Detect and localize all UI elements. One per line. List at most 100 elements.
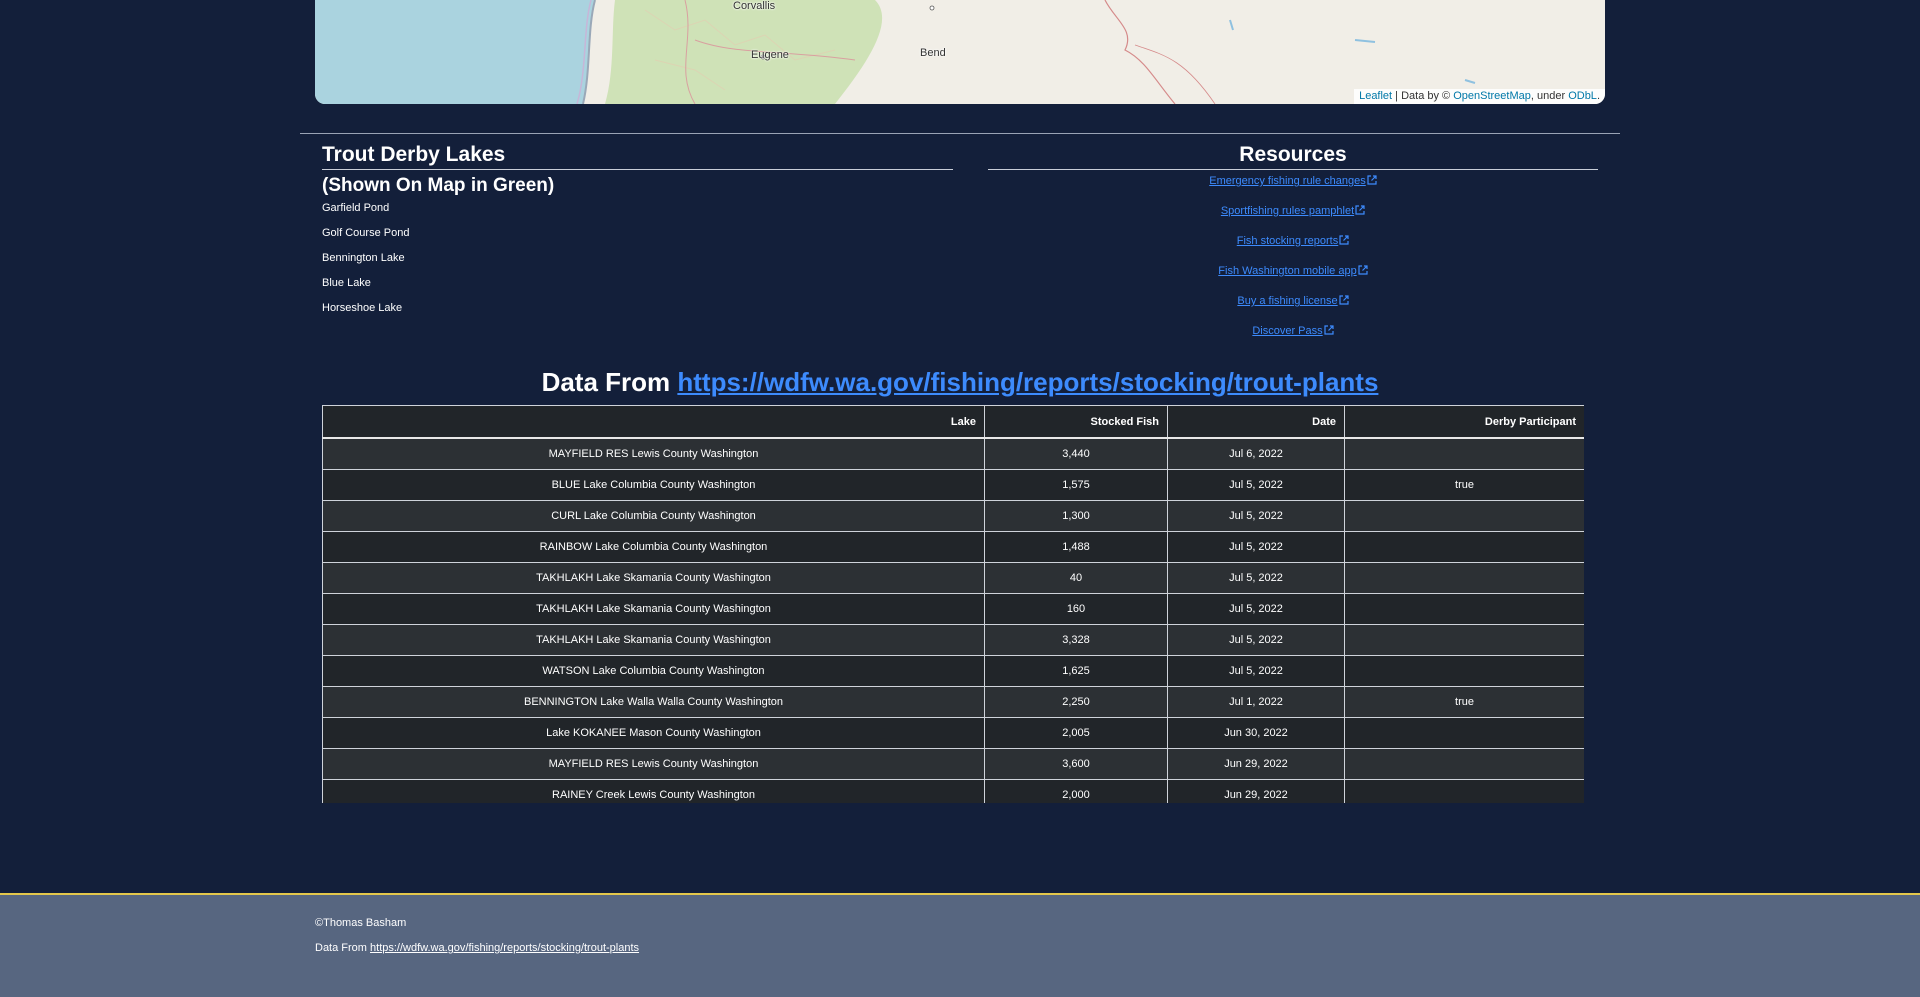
map[interactable]: Corvallis Eugene Bend Leaflet | Data by … (315, 0, 1605, 104)
table-header-row: Lake Stocked Fish Date Derby Participant (322, 405, 1584, 439)
cell-date: Jun 30, 2022 (1167, 717, 1345, 749)
cell-derby-participant (1344, 593, 1584, 625)
cell-lake: MAYFIELD RES Lewis County Washington (322, 748, 985, 780)
cell-stocked-fish: 3,328 (984, 624, 1168, 656)
cell-derby-participant (1344, 562, 1584, 594)
derby-lake-item: Golf Course Pond (322, 227, 410, 239)
footer-source: Data From https://wdfw.wa.gov/fishing/re… (315, 942, 639, 954)
map-label-corvallis: Corvallis (733, 0, 776, 12)
data-source-prefix: Data From (541, 367, 678, 397)
resource-link-label: Fish stocking reports (1236, 235, 1339, 247)
external-link-icon (1324, 325, 1334, 335)
openstreetmap-link[interactable]: OpenStreetMap (1453, 90, 1531, 102)
cell-derby-participant (1344, 748, 1584, 780)
external-link-icon (1339, 235, 1349, 245)
resource-link-emergency-rules[interactable]: Emergency fishing rule changes (1209, 175, 1377, 187)
cell-derby-participant: true (1344, 469, 1584, 501)
footer-source-link[interactable]: https://wdfw.wa.gov/fishing/reports/stoc… (370, 942, 639, 954)
resource-link-label: Sportfishing rules pamphlet (1220, 205, 1355, 217)
map-label-eugene: Eugene (751, 49, 789, 61)
odbl-link[interactable]: ODbL (1568, 90, 1597, 102)
cell-date: Jun 29, 2022 (1167, 779, 1345, 803)
cell-date: Jul 1, 2022 (1167, 686, 1345, 718)
column-header-lake[interactable]: Lake (322, 405, 985, 439)
resource-link-label: Fish Washington mobile app (1218, 265, 1357, 277)
derby-lake-item: Bennington Lake (322, 252, 405, 264)
cell-date: Jul 5, 2022 (1167, 655, 1345, 687)
cell-derby-participant (1344, 500, 1584, 532)
resource-link-discover-pass[interactable]: Discover Pass (1252, 325, 1334, 337)
map-label-bend: Bend (920, 47, 946, 59)
derby-title: Trout Derby Lakes (322, 143, 953, 170)
derby-lakes-section: Trout Derby Lakes (Shown On Map in Green… (322, 143, 953, 326)
cell-date: Jul 5, 2022 (1167, 469, 1345, 501)
column-header-date[interactable]: Date (1167, 405, 1345, 439)
cell-derby-participant (1344, 779, 1584, 803)
cell-date: Jul 5, 2022 (1167, 624, 1345, 656)
resources-section: Resources Emergency fishing rule changes… (988, 143, 1598, 355)
table-row: Lake KOKANEE Mason County Washington 2,00… (322, 717, 1584, 749)
attribution-end: . (1596, 90, 1600, 102)
cell-lake: CURL Lake Columbia County Washington (322, 500, 985, 532)
cell-date: Jul 5, 2022 (1167, 593, 1345, 625)
cell-stocked-fish: 160 (984, 593, 1168, 625)
derby-lake-item: Blue Lake (322, 277, 371, 289)
table-row: TAKHLAKH Lake Skamania County Washington… (322, 624, 1584, 656)
table-row: MAYFIELD RES Lewis County Washington 3,60… (322, 748, 1584, 780)
table-row: TAKHLAKH Lake Skamania County Washington… (322, 562, 1584, 594)
resources-title: Resources (988, 143, 1598, 170)
table-row: BENNINGTON Lake Walla Walla County Washi… (322, 686, 1584, 718)
resource-link-label: Buy a fishing license (1237, 295, 1338, 307)
cell-date: Jul 6, 2022 (1167, 437, 1345, 470)
cell-derby-participant (1344, 437, 1584, 470)
cell-stocked-fish: 1,625 (984, 655, 1168, 687)
cell-derby-participant (1344, 531, 1584, 563)
table-row: MAYFIELD RES Lewis County Washington 3,44… (322, 437, 1584, 470)
cell-lake: RAINBOW Lake Columbia County Washington (322, 531, 985, 563)
cell-lake: BLUE Lake Columbia County Washington (322, 469, 985, 501)
attribution-under: , under (1530, 90, 1569, 102)
cell-stocked-fish: 2,005 (984, 717, 1168, 749)
table-row: TAKHLAKH Lake Skamania County Washington… (322, 593, 1584, 625)
table-row: CURL Lake Columbia County Washington 1,30… (322, 500, 1584, 532)
resource-link-mobile-app[interactable]: Fish Washington mobile app (1218, 265, 1368, 277)
footer-copyright: ©Thomas Basham (315, 917, 407, 929)
resource-link-rules-pamphlet[interactable]: Sportfishing rules pamphlet (1221, 205, 1365, 217)
section-divider (300, 133, 1620, 134)
derby-subtitle: (Shown On Map in Green) (322, 175, 555, 196)
resource-link-stocking-reports[interactable]: Fish stocking reports (1237, 235, 1349, 247)
stocking-table-container[interactable]: Lake Stocked Fish Date Derby Participant… (322, 405, 1584, 803)
cell-derby-participant (1344, 624, 1584, 656)
cell-date: Jun 29, 2022 (1167, 748, 1345, 780)
cell-derby-participant (1344, 655, 1584, 687)
cell-lake: TAKHLAKH Lake Skamania County Washington (322, 593, 985, 625)
cell-derby-participant: true (1344, 686, 1584, 718)
cell-stocked-fish: 3,440 (984, 437, 1168, 470)
data-source-link[interactable]: https://wdfw.wa.gov/fishing/reports/stoc… (677, 367, 1378, 397)
derby-lake-list: Garfield Pond Golf Course Pond Benningto… (322, 201, 953, 326)
cell-date: Jul 5, 2022 (1167, 562, 1345, 594)
table-row: RAINBOW Lake Columbia County Washington 1… (322, 531, 1584, 563)
cell-stocked-fish: 3,600 (984, 748, 1168, 780)
cell-lake: RAINEY Creek Lewis County Washington (322, 779, 985, 803)
stocking-table: Lake Stocked Fish Date Derby Participant… (322, 405, 1584, 803)
external-link-icon (1367, 175, 1377, 185)
cell-lake: BENNINGTON Lake Walla Walla County Washi… (322, 686, 985, 718)
cell-stocked-fish: 40 (984, 562, 1168, 594)
derby-lake-item: Garfield Pond (322, 202, 390, 214)
cell-date: Jul 5, 2022 (1167, 500, 1345, 532)
cell-stocked-fish: 1,300 (984, 500, 1168, 532)
cell-date: Jul 5, 2022 (1167, 531, 1345, 563)
cell-lake: MAYFIELD RES Lewis County Washington (322, 437, 985, 470)
table-row: RAINEY Creek Lewis County Washington 2,00… (322, 779, 1584, 803)
resource-link-fishing-license[interactable]: Buy a fishing license (1237, 295, 1349, 307)
cell-lake: WATSON Lake Columbia County Washington (322, 655, 985, 687)
column-header-derby-participant[interactable]: Derby Participant (1344, 405, 1584, 439)
column-header-stocked-fish[interactable]: Stocked Fish (984, 405, 1168, 439)
table-row: BLUE Lake Columbia County Washington 1,57… (322, 469, 1584, 501)
table-body: MAYFIELD RES Lewis County Washington 3,44… (322, 437, 1584, 803)
cell-lake: TAKHLAKH Lake Skamania County Washington (322, 624, 985, 656)
leaflet-link[interactable]: Leaflet (1359, 90, 1392, 102)
map-attribution: Leaflet | Data by © OpenStreetMap, under… (1354, 89, 1605, 104)
data-source-heading: Data From https://wdfw.wa.gov/fishing/re… (0, 367, 1920, 398)
